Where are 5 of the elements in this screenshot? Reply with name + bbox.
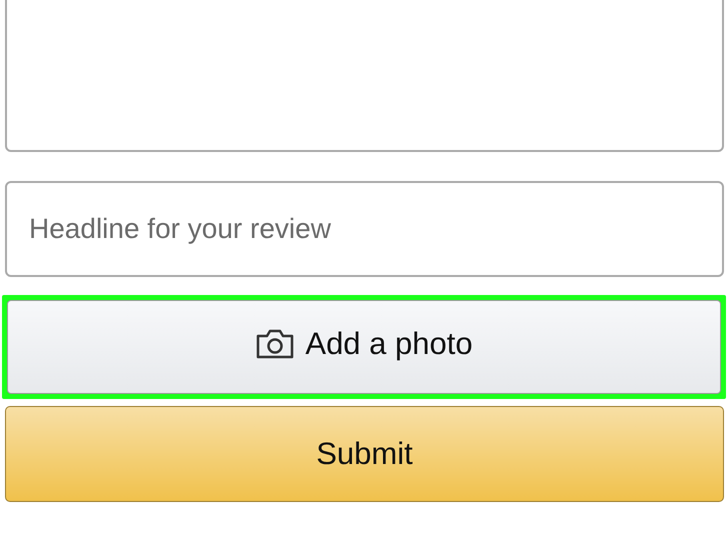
review-text-area[interactable] <box>5 0 724 152</box>
add-photo-button[interactable]: Add a photo <box>7 300 721 394</box>
submit-button[interactable]: Submit <box>5 406 724 502</box>
headline-field[interactable]: Headline for your review <box>5 181 724 277</box>
camera-icon <box>255 329 296 359</box>
